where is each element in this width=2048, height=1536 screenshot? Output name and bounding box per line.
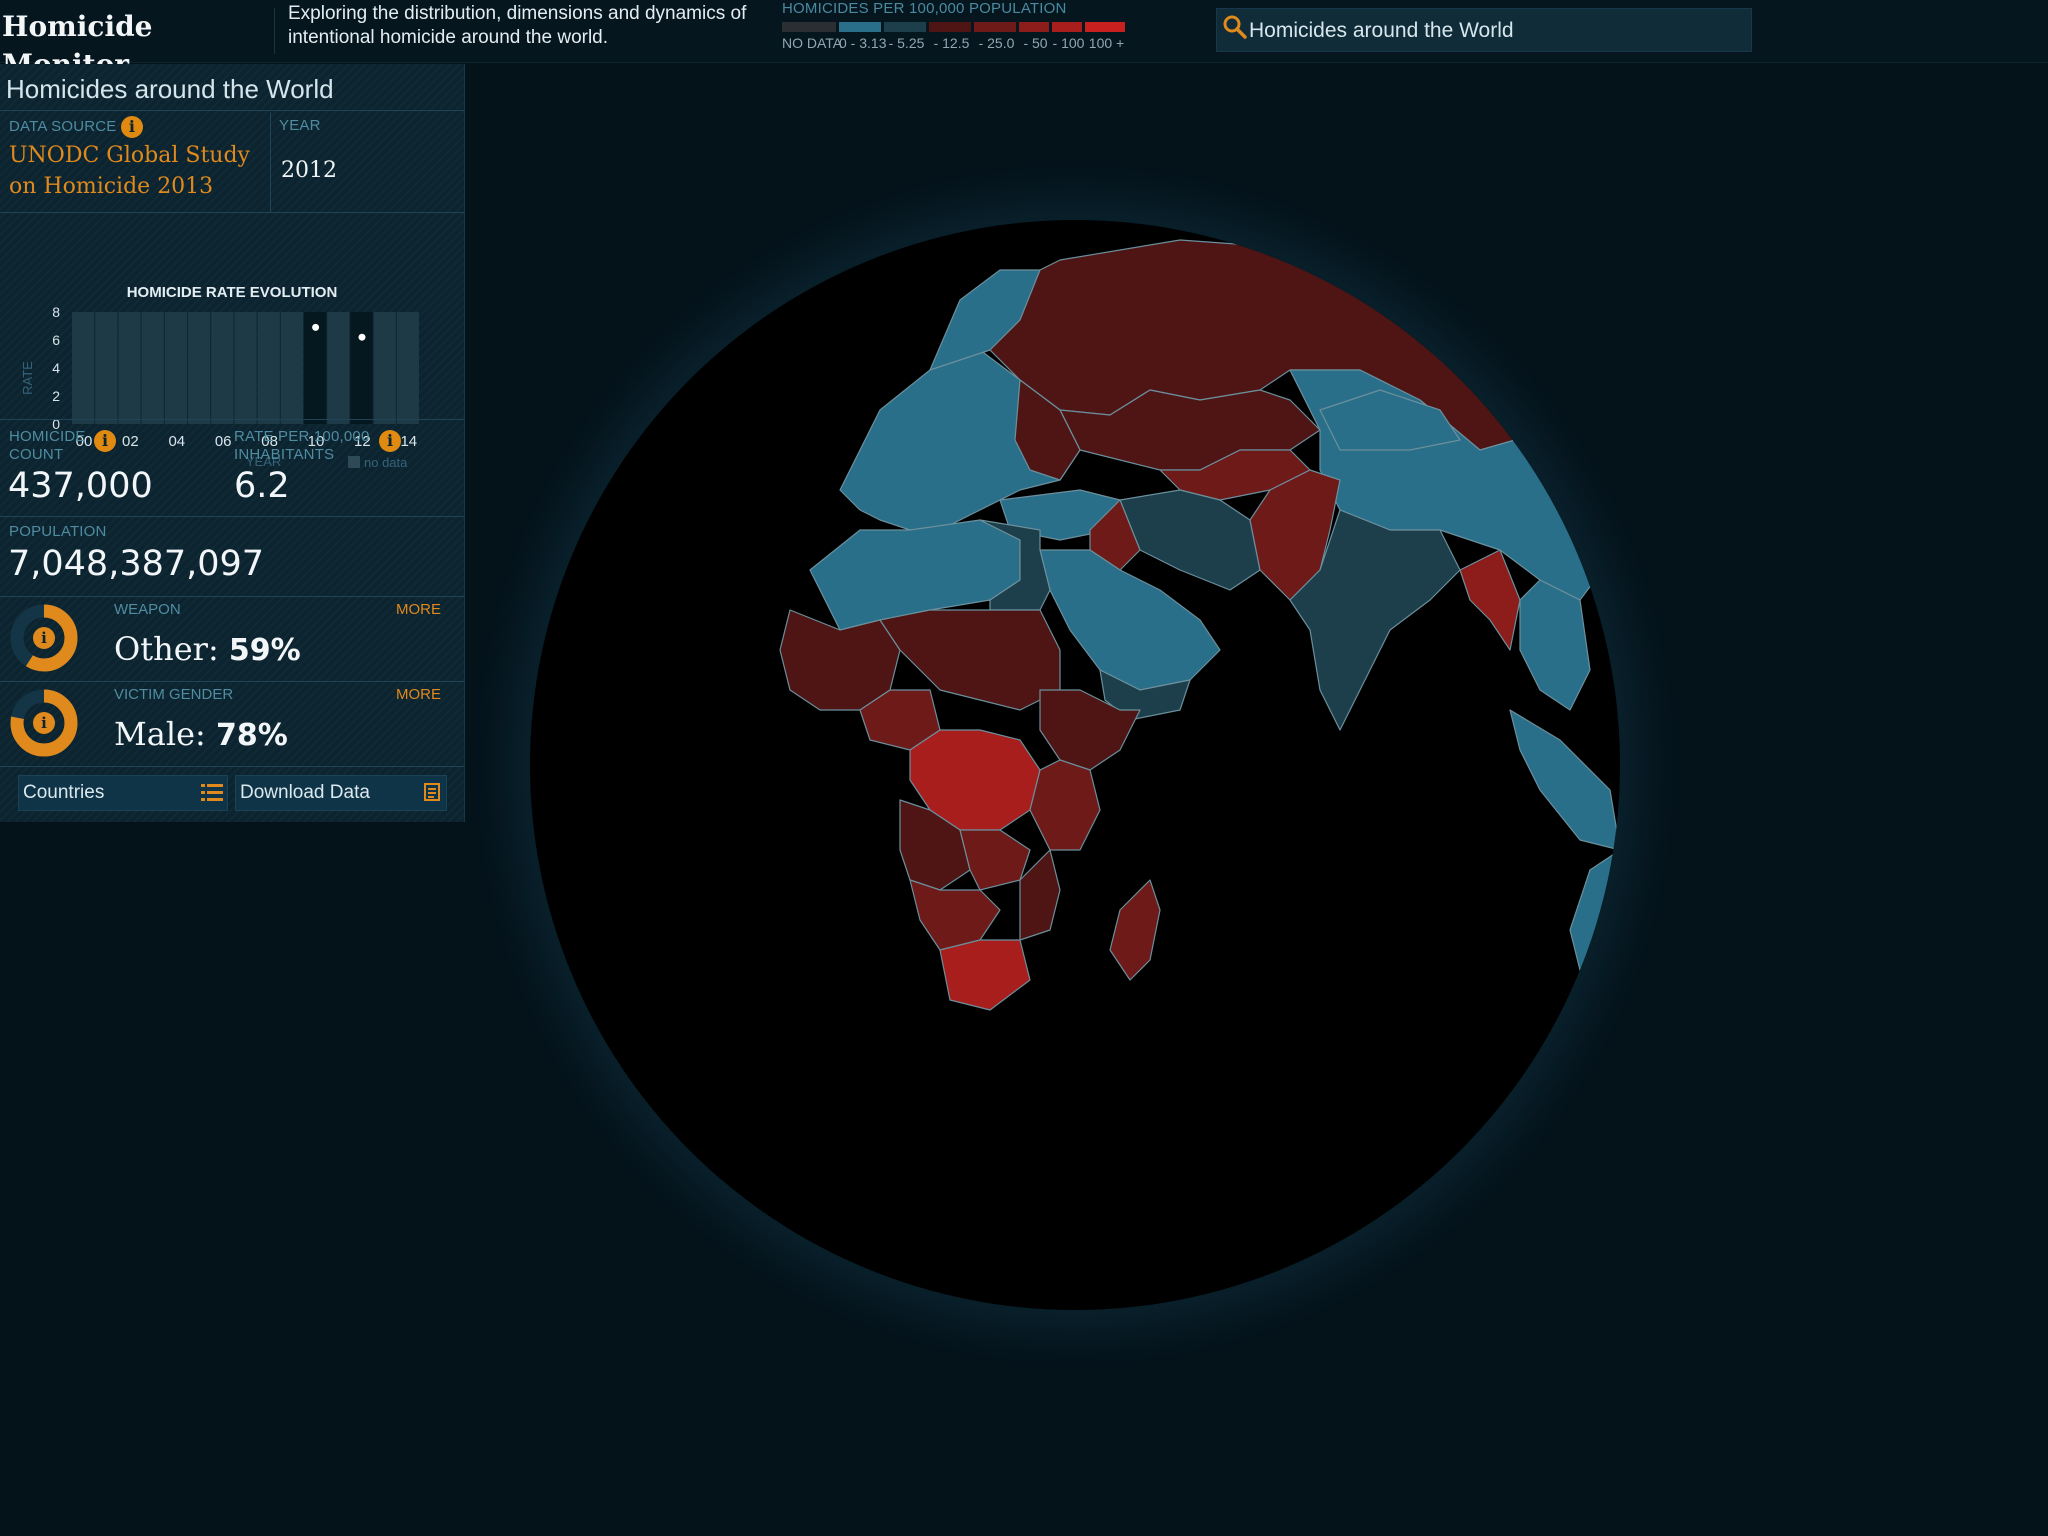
homicide-count-header: HOMICIDE COUNT xyxy=(9,428,99,464)
list-icon xyxy=(201,784,223,801)
chart-nodata-column xyxy=(373,312,396,424)
homicide-count-value: 437,000 xyxy=(8,466,153,506)
y-axis-label: RATE xyxy=(20,361,35,395)
search-box[interactable] xyxy=(1216,8,1752,53)
gender-summary: Male: 78% xyxy=(114,715,288,753)
rate-value: 6.2 xyxy=(234,466,290,506)
legend-label: 100 + xyxy=(1088,35,1125,51)
divider xyxy=(0,516,464,517)
legend-label: 0 - 3.13 xyxy=(839,35,887,51)
divider xyxy=(0,681,464,682)
weapon-label: WEAPON xyxy=(114,601,181,618)
weapon-summary: Other: 59% xyxy=(114,630,301,668)
legend-label: - 100 xyxy=(1052,35,1085,51)
chart-nodata-column xyxy=(396,312,419,424)
data-source-label: DATA SOURCE xyxy=(9,118,117,136)
x-tick-label: 04 xyxy=(168,433,185,450)
gender-more-link[interactable]: MORE xyxy=(396,686,441,703)
gender-percent: 78% xyxy=(215,718,288,753)
x-tick-label: 06 xyxy=(215,433,232,450)
info-panel: Homicides around the World DATA SOURCE i… xyxy=(0,64,465,822)
chart-data-column xyxy=(350,312,373,424)
chart-nodata-column xyxy=(95,312,118,424)
countries-button-label: Countries xyxy=(23,782,105,803)
data-source-link[interactable]: UNODC Global Study on Homicide 2013 xyxy=(9,140,269,202)
divider xyxy=(0,596,464,597)
world-globe[interactable] xyxy=(460,150,1690,1380)
weapon-donut-chart[interactable]: i xyxy=(10,604,78,672)
panel-title: Homicides around the World xyxy=(6,74,334,104)
chart-nodata-column xyxy=(118,312,141,424)
legend-swatch xyxy=(1052,22,1082,32)
x-tick-label: 14 xyxy=(400,433,417,450)
y-tick-label: 6 xyxy=(52,332,60,348)
legend-swatch xyxy=(1019,22,1049,32)
info-icon[interactable]: i xyxy=(379,430,401,452)
weapon-percent: 59% xyxy=(228,633,301,668)
search-input[interactable] xyxy=(1247,9,1741,53)
info-icon-glyph: i xyxy=(41,629,47,647)
legend-swatch xyxy=(782,22,836,32)
download-data-button[interactable]: Download Data xyxy=(235,775,447,811)
chart-point xyxy=(312,323,320,331)
divider xyxy=(0,419,464,420)
info-icon[interactable]: i xyxy=(120,116,143,138)
chart-point xyxy=(358,333,366,341)
gender-category: Male: xyxy=(114,715,206,753)
gender-label: VICTIM GENDER xyxy=(114,686,234,703)
divider xyxy=(0,212,464,213)
legend-labels: NO DATA 0 - 3.13- 5.25 - 12.5 - 25.0 - 50- 1… xyxy=(782,35,1194,51)
legend-swatch xyxy=(929,22,971,32)
legend-label: NO DATA xyxy=(782,35,843,51)
top-bar: Homicide Monitor Exploring the distribut… xyxy=(0,0,2048,81)
chart-nodata-column xyxy=(327,312,350,424)
chart-nodata-column xyxy=(257,312,280,424)
x-tick-label: 02 xyxy=(122,433,139,450)
gender-donut-chart[interactable]: i xyxy=(10,689,78,757)
chart-nodata-column xyxy=(141,312,164,424)
weapon-more-link[interactable]: MORE xyxy=(396,601,441,618)
info-icon[interactable]: i xyxy=(94,430,116,452)
chart-nodata-column xyxy=(280,312,303,424)
legend-label: - 50 xyxy=(1023,35,1048,51)
chart-nodata-column xyxy=(234,312,257,424)
year-value[interactable]: 2012 xyxy=(281,158,337,183)
y-tick-label: 4 xyxy=(52,360,60,376)
download-button-label: Download Data xyxy=(240,782,370,803)
chart-nodata-column xyxy=(211,312,234,424)
weapon-category: Other: xyxy=(114,630,219,668)
document-icon xyxy=(424,783,440,801)
app-tagline: Exploring the distribution, dimensions a… xyxy=(288,3,747,48)
rate-header: RATE PER 100,000 INHABITANTS xyxy=(234,428,384,464)
year-label: YEAR xyxy=(279,117,321,134)
legend-label: - 5.25 xyxy=(888,35,925,51)
legend-label: - 25.0 xyxy=(978,35,1015,51)
legend-title: HOMICIDES PER 100,000 POPULATION xyxy=(782,0,1067,17)
y-tick-label: 8 xyxy=(52,304,60,320)
countries-button[interactable]: Countries xyxy=(18,775,228,811)
population-label: POPULATION xyxy=(9,523,107,540)
globe-container[interactable] xyxy=(460,150,1690,1380)
chart-nodata-column xyxy=(164,312,187,424)
info-icon-glyph: i xyxy=(41,714,47,732)
legend-swatches xyxy=(782,22,1194,32)
app-title[interactable]: Homicide Monitor xyxy=(0,8,275,81)
divider xyxy=(0,110,464,111)
divider xyxy=(0,766,464,767)
legend-swatch xyxy=(839,22,881,32)
legend-swatch xyxy=(974,22,1016,32)
population-value: 7,048,387,097 xyxy=(8,544,265,584)
homicide-count-label: HOMICIDE COUNT xyxy=(9,428,86,463)
y-tick-label: 2 xyxy=(52,388,60,404)
legend-swatch xyxy=(1085,22,1125,32)
chart-nodata-column xyxy=(188,312,211,424)
legend-swatch xyxy=(884,22,926,32)
divider xyxy=(270,112,271,212)
data-source-header: DATA SOURCE i xyxy=(9,116,143,138)
rate-label: RATE PER 100,000 INHABITANTS xyxy=(234,428,370,463)
color-legend: HOMICIDES PER 100,000 POPULATION NO DATA… xyxy=(782,0,1194,58)
legend-label: - 12.5 xyxy=(933,35,970,51)
chart-nodata-column xyxy=(72,312,95,424)
